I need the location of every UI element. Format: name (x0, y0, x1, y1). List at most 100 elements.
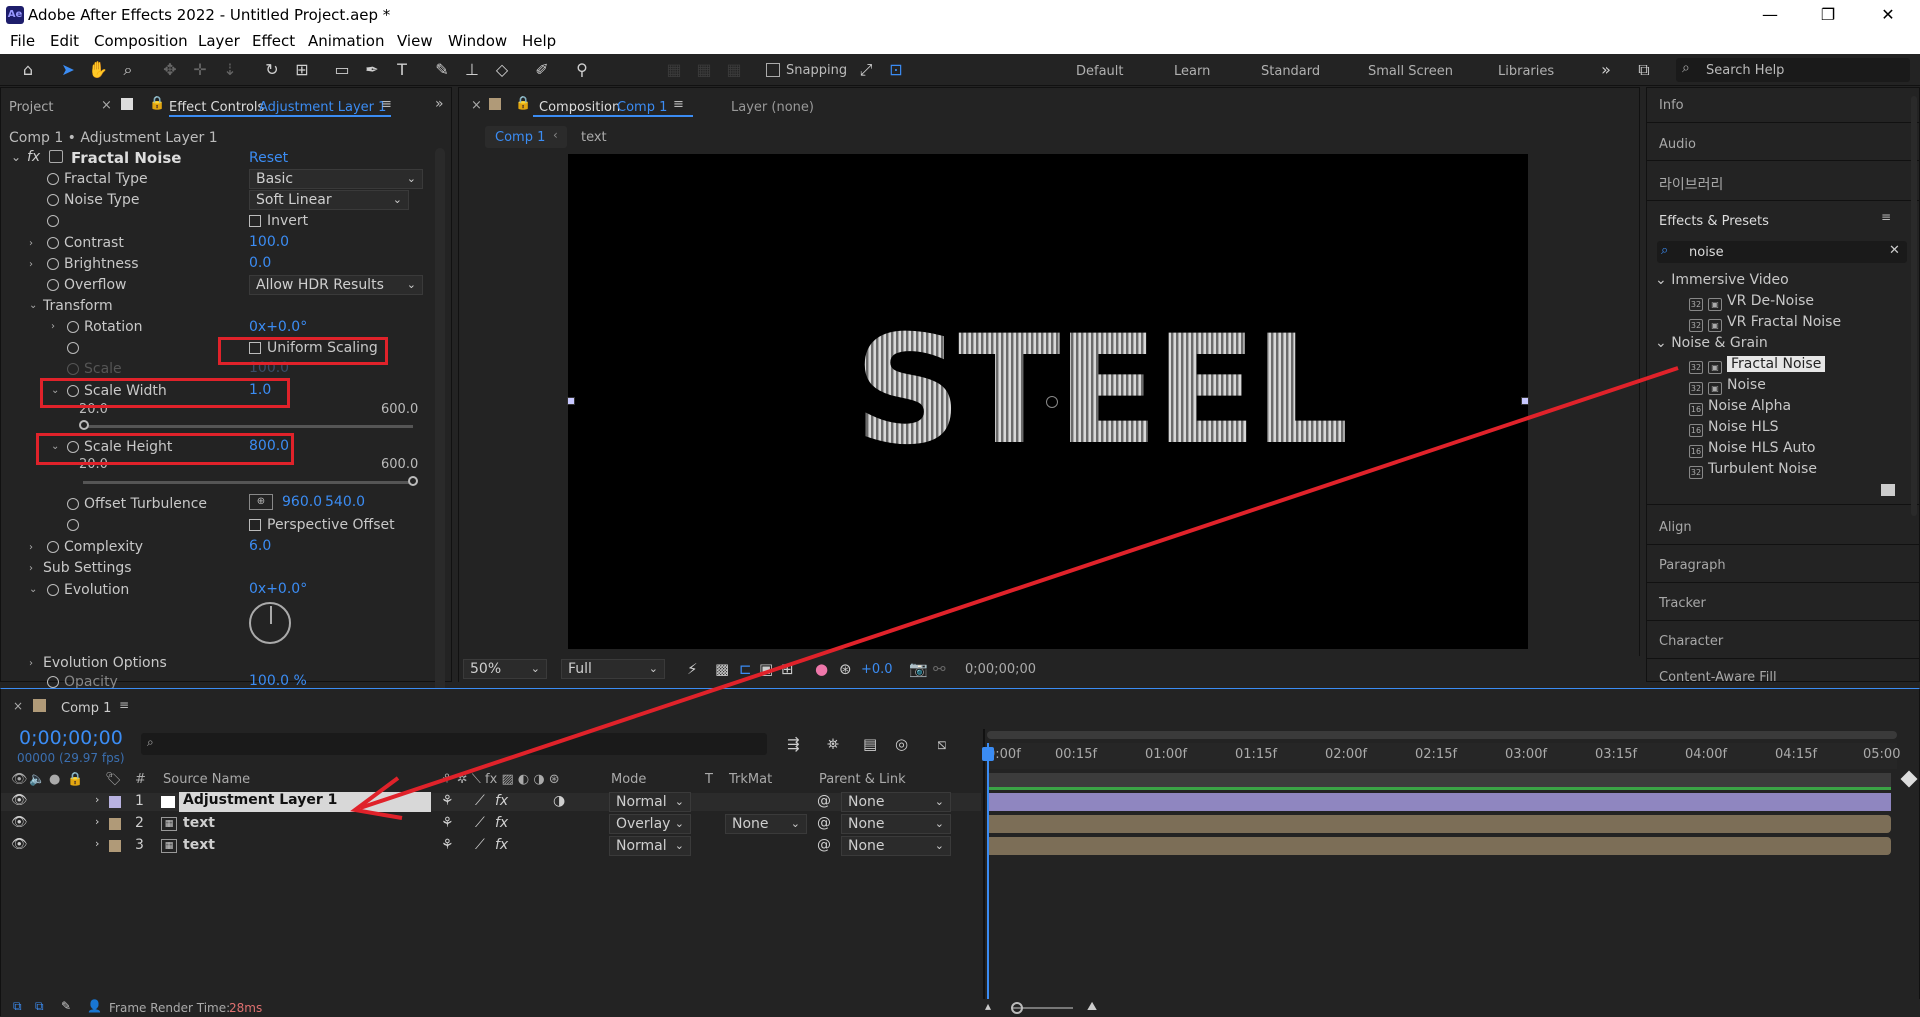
table-row[interactable]: 👁 › 2 ▦ text ⚘ ⟋ fx Overlay ⌄ None ⌄ @ Non… (1, 814, 981, 834)
eye-icon[interactable]: 👁 (11, 837, 28, 852)
chevron-right-icon[interactable]: › (29, 658, 33, 669)
stopwatch-icon[interactable] (47, 215, 59, 227)
panel-menu-icon[interactable]: ≡ (1881, 210, 1891, 224)
workspace-small-screen[interactable]: Small Screen (1368, 64, 1453, 79)
effects-search-field[interactable]: ⌕ noise ✕ (1657, 241, 1907, 263)
bounding-handle-right[interactable] (1521, 397, 1529, 405)
menu-effect[interactable]: Effect (252, 32, 295, 50)
shy-icon[interactable]: ⚘ (441, 815, 454, 831)
time-ruler[interactable]: 0:00f 00:15f 01:00f 01:15f 02:00f 02:15f… (987, 743, 1900, 769)
group-noise-grain[interactable]: ⌄ Noise & Grain (1655, 335, 1768, 351)
zoom-slider-handle[interactable] (1011, 1002, 1023, 1014)
playhead[interactable] (987, 743, 989, 1017)
chevron-down-icon[interactable]: ⌄ (11, 150, 21, 164)
home-icon[interactable]: ⌂ (18, 60, 38, 80)
col-parent-link[interactable]: Parent & Link (819, 772, 906, 787)
workspace-menu-icon[interactable]: ⧉ (1634, 60, 1654, 80)
workspace-default[interactable]: Default (1076, 64, 1124, 79)
frame-blending-icon[interactable]: ▤ (863, 735, 877, 753)
offset-turbulence-x[interactable]: 960.0 (282, 494, 322, 510)
more-workspaces-icon[interactable]: » (1596, 60, 1616, 80)
snap-expand-icon[interactable]: ⤢ (856, 60, 876, 80)
exposure-value[interactable]: +0.0 (861, 662, 893, 677)
quality-icon[interactable]: ⟋ (475, 793, 485, 809)
stopwatch-icon[interactable] (47, 584, 59, 596)
info-panel-header[interactable]: Info (1659, 98, 1684, 113)
content-aware-fill-header[interactable]: Content-Aware Fill (1659, 670, 1777, 685)
stopwatch-icon[interactable] (47, 173, 59, 185)
menu-animation[interactable]: Animation (308, 32, 384, 50)
snapshot-camera-icon[interactable]: 📷 (909, 660, 928, 678)
label-color-icon[interactable] (109, 840, 121, 852)
adjustment-layer-bar[interactable] (987, 793, 1891, 811)
tab-effect-controls[interactable]: Effect Controls (169, 100, 264, 115)
zoom-in-icon[interactable]: ⛰ (1087, 999, 1097, 1014)
eye-icon[interactable]: 👁 (11, 793, 28, 808)
chevron-right-icon[interactable]: › (95, 793, 99, 806)
workspace-learn[interactable]: Learn (1174, 64, 1210, 79)
overflow-dropdown[interactable]: Allow HDR Results ⌄ (249, 275, 423, 295)
table-row[interactable]: 👁 › 1 Adjustment Layer 1 ⚘ ⟋ fx ◑ Normal… (1, 792, 981, 812)
evolution-dial[interactable] (249, 602, 291, 644)
user-icon[interactable]: 👤 (87, 999, 102, 1013)
scale-height-slider-handle[interactable] (408, 476, 418, 486)
breadcrumb-comp1[interactable]: Comp 1 ‹ (485, 126, 567, 148)
minimize-icon[interactable]: — (1750, 2, 1790, 28)
timeline-comp-tab[interactable]: Comp 1 (61, 701, 111, 716)
menu-layer[interactable]: Layer (198, 32, 240, 50)
color-management-icon[interactable]: ⊛ (839, 660, 852, 678)
pan-tool-icon[interactable]: ✛ (190, 60, 210, 80)
orbit-tool-icon[interactable]: ✥ (160, 60, 180, 80)
stopwatch-icon[interactable] (47, 541, 59, 553)
scale-height-slider-track[interactable] (83, 481, 413, 484)
label-icon[interactable]: 🏷 (105, 772, 122, 787)
axis-mode-icon[interactable]: ▦ (664, 60, 684, 80)
anchor-tool-icon[interactable]: ⊞ (292, 60, 312, 80)
col-mode[interactable]: Mode (611, 772, 646, 787)
chevron-right-icon[interactable]: › (51, 321, 55, 332)
contrast-value[interactable]: 100.0 (249, 234, 289, 250)
show-snapshot-icon[interactable]: ⚯ (933, 660, 946, 678)
mask-visibility-icon[interactable]: ⊏ (739, 660, 752, 678)
adjustment-layer-switch-icon[interactable]: ◑ (553, 793, 565, 809)
fx-icon[interactable]: fx (27, 149, 40, 165)
chevron-right-icon[interactable]: › (29, 259, 33, 270)
snapping-checkbox[interactable] (766, 63, 780, 77)
effect-item[interactable]: 32 Turbulent Noise (1689, 461, 1817, 479)
toggle-modes-icon[interactable]: ⧉ (35, 999, 44, 1014)
composition-mini-flowchart-icon[interactable]: ⇶ (787, 735, 800, 753)
quality-icon[interactable]: ⟋ (475, 815, 485, 831)
stopwatch-icon[interactable] (47, 237, 59, 249)
transparency-grid-icon[interactable]: ▩ (715, 660, 729, 678)
parent-dropdown[interactable]: None ⌄ (841, 814, 951, 834)
eye-icon[interactable]: 👁 (11, 772, 28, 787)
text-layer-bar[interactable] (987, 815, 1891, 833)
fx-icon[interactable]: fx (495, 793, 508, 809)
zoom-end-marker[interactable] (1900, 770, 1918, 788)
audio-icon[interactable]: 🔈 (29, 772, 45, 787)
tab-comp-name[interactable]: Comp 1 (617, 100, 667, 115)
effect-item[interactable]: 32 ▣ VR Fractal Noise (1689, 314, 1841, 332)
character-panel-header[interactable]: Character (1659, 634, 1723, 649)
breadcrumb-text[interactable]: text (581, 130, 607, 145)
clone-stamp-icon[interactable]: ⊥ (462, 60, 482, 80)
dolly-tool-icon[interactable]: ⇣ (220, 60, 240, 80)
menu-help[interactable]: Help (522, 32, 556, 50)
graph-editor-icon[interactable]: ⧅ (937, 735, 947, 753)
zoom-out-icon[interactable]: ▴ (985, 999, 991, 1013)
fx-icon[interactable]: fx (495, 837, 508, 853)
snap-target-icon[interactable]: ⊡ (886, 60, 906, 80)
zoom-dropdown[interactable]: 50% ⌄ (463, 659, 547, 679)
invert-checkbox[interactable]: Invert (249, 213, 308, 229)
perspective-offset-checkbox[interactable]: Perspective Offset (249, 517, 395, 533)
effect-item[interactable]: 16 Noise Alpha (1689, 398, 1791, 416)
panel-menu-icon[interactable]: ≡ (381, 97, 392, 112)
motion-blur-icon[interactable]: ◎ (895, 735, 908, 753)
fx-icon[interactable]: fx (495, 815, 508, 831)
channels-icon[interactable]: ● (815, 660, 828, 678)
brush-tool-icon[interactable]: ✎ (432, 60, 452, 80)
mode-dropdown[interactable]: Overlay ⌄ (609, 814, 691, 834)
complexity-value[interactable]: 6.0 (249, 538, 271, 554)
shy-icon[interactable]: ⚘ (441, 837, 454, 853)
scale-width-slider-track[interactable] (83, 425, 413, 428)
